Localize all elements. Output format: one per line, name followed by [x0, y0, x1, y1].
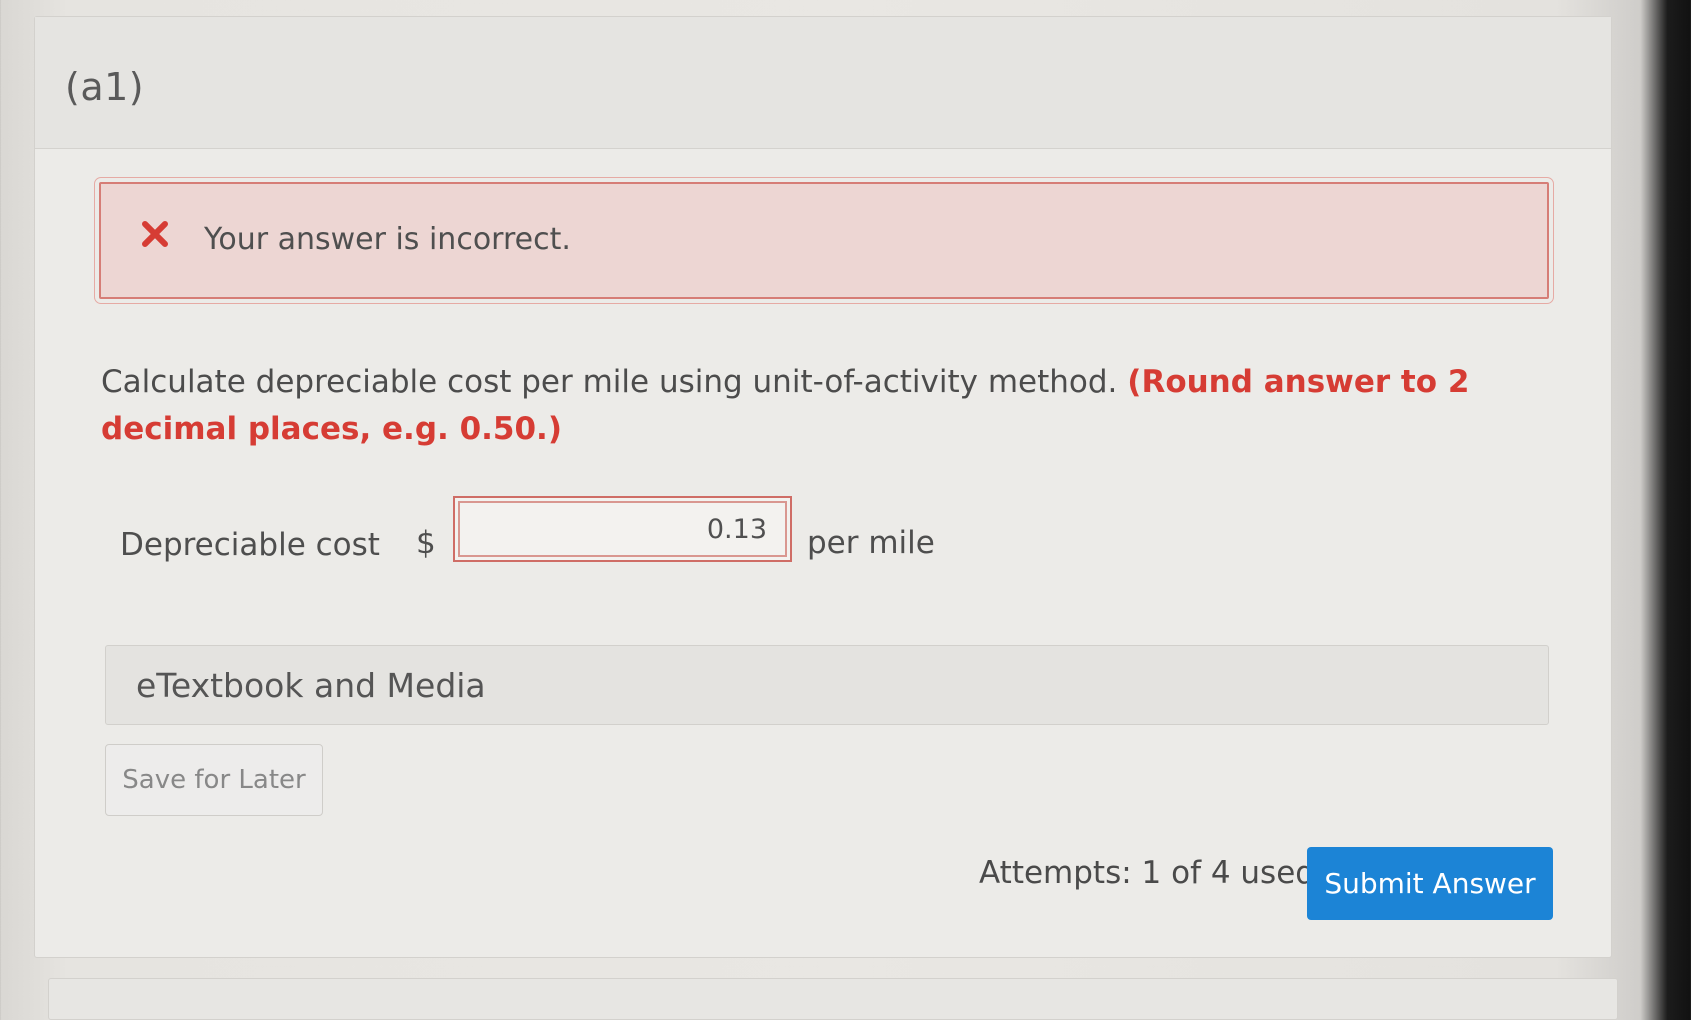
close-icon [135, 214, 175, 254]
depreciable-cost-input[interactable] [458, 501, 787, 557]
question-prompt: Calculate depreciable cost per mile usin… [101, 364, 1118, 400]
submit-answer-button[interactable]: Submit Answer [1307, 847, 1553, 920]
alert-message: Your answer is incorrect. [204, 222, 571, 257]
part-label: (a1) [65, 65, 145, 109]
next-question-panel [48, 978, 1618, 1020]
save-for-later-button[interactable]: Save for Later [105, 744, 323, 816]
currency-symbol: $ [416, 525, 436, 561]
attempts-counter: Attempts: 1 of 4 used [979, 855, 1315, 891]
etextbook-media-label: eTextbook and Media [136, 666, 486, 705]
etextbook-media-section[interactable]: eTextbook and Media [105, 645, 1549, 725]
depreciable-cost-label: Depreciable cost [120, 527, 380, 563]
unit-label: per mile [807, 525, 935, 561]
incorrect-answer-alert: Your answer is incorrect. [94, 177, 1554, 304]
part-header: (a1) [35, 17, 1611, 149]
question-panel: (a1) Your answer is incorrect. Calculate… [34, 16, 1612, 958]
question-text: Calculate depreciable cost per mile usin… [101, 359, 1531, 453]
answer-input-wrapper [453, 496, 792, 562]
